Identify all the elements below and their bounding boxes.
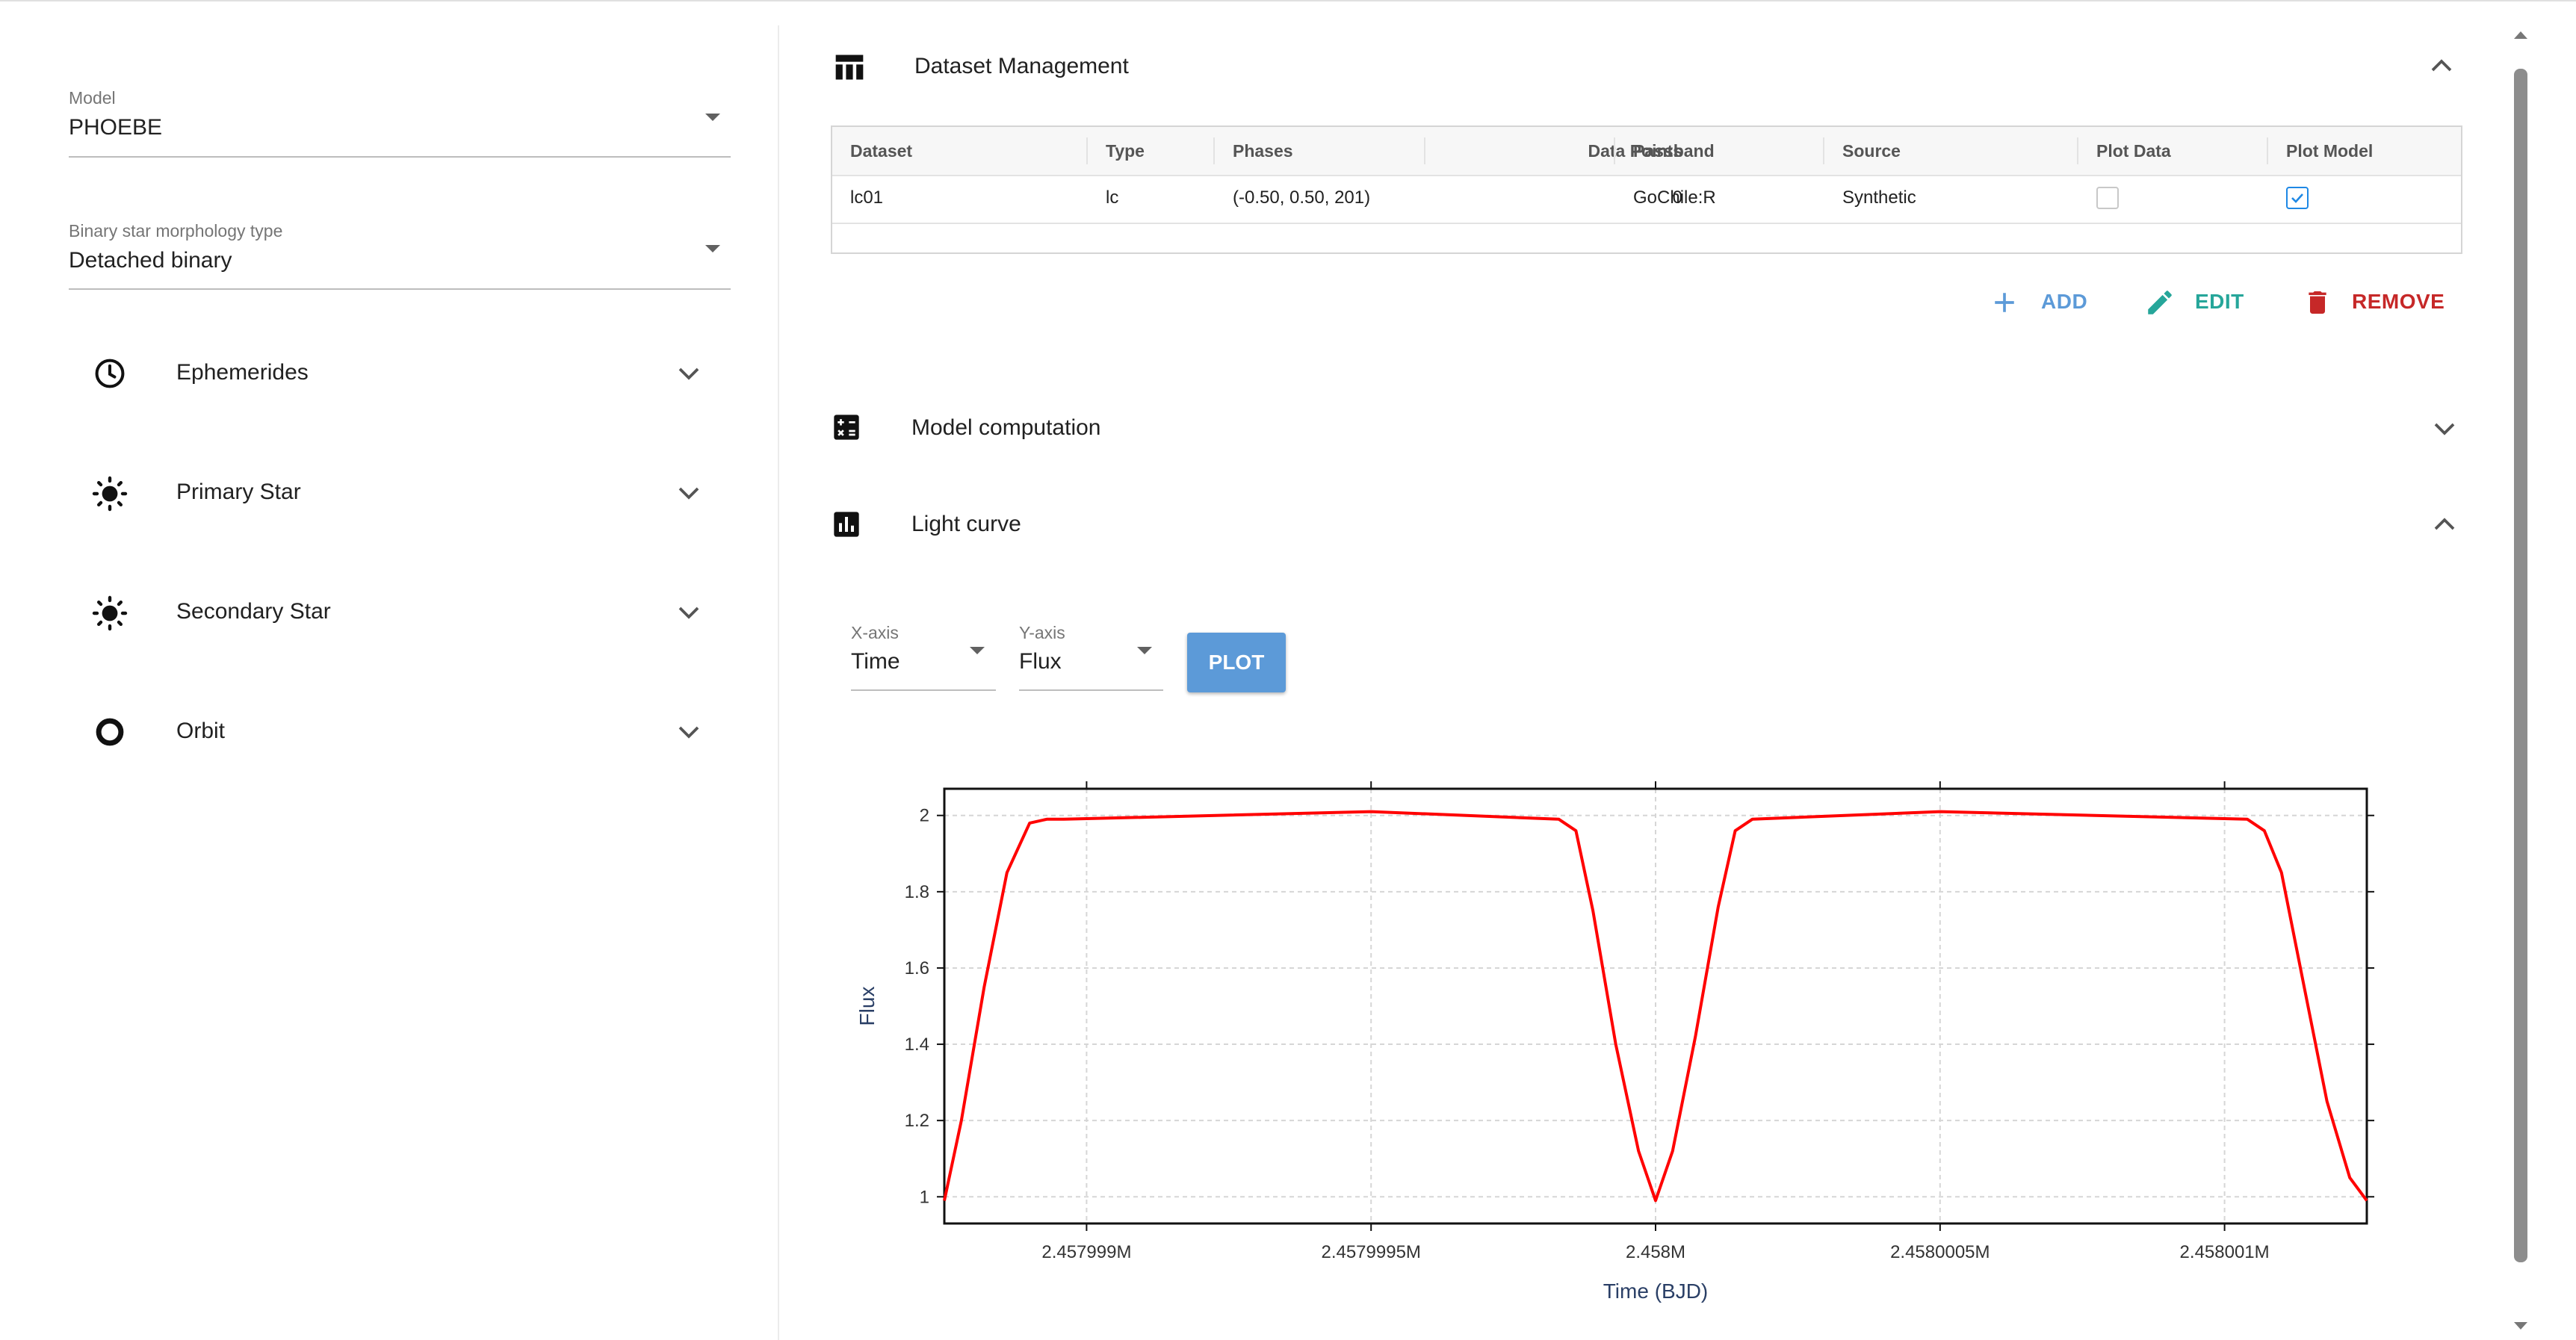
chevron-down-icon bbox=[678, 726, 699, 739]
plot-model-checkbox[interactable] bbox=[2286, 187, 2309, 209]
column-separator bbox=[1823, 137, 1824, 164]
x-axis-label: X-axis bbox=[851, 623, 899, 642]
y-axis-label: Y-axis bbox=[1019, 623, 1065, 642]
column-separator bbox=[1213, 137, 1215, 164]
y-axis-value: Flux bbox=[1019, 649, 1062, 674]
x-tick-label: 2.457999M bbox=[1041, 1242, 1131, 1262]
light-curve-chart: 2.457999M 2.4579995M 2.458M 2.4580005M 2.458… bbox=[855, 781, 2374, 1303]
edit-button-label: EDIT bbox=[2195, 290, 2244, 313]
cell-phases: (-0.50, 0.50, 201) bbox=[1233, 187, 1371, 208]
plot-data-checkbox[interactable] bbox=[2096, 187, 2119, 209]
table-header: Dataset Type Phases Data Points Passband… bbox=[832, 127, 2461, 176]
x-tick-label: 2.4579995M bbox=[1321, 1242, 1420, 1262]
morphology-select-label: Binary star morphology type bbox=[69, 221, 283, 241]
dropdown-caret-icon bbox=[970, 647, 985, 654]
y-tick-label: 1 bbox=[920, 1187, 929, 1207]
secondary-star-label: Secondary Star bbox=[176, 599, 331, 624]
x-axis-title: Time (BJD) bbox=[1603, 1279, 1709, 1303]
orbit-label: Orbit bbox=[176, 719, 226, 743]
light-curve-title: Light curve bbox=[911, 512, 1021, 536]
y-tick-label: 1.6 bbox=[905, 958, 929, 978]
trash-icon bbox=[2309, 291, 2326, 314]
column-header-type[interactable]: Type bbox=[1106, 127, 1145, 175]
row-divider bbox=[832, 223, 2461, 224]
chevron-down-icon bbox=[678, 607, 699, 619]
model-computation-title: Model computation bbox=[911, 415, 1101, 440]
dataset-table: Dataset Type Phases Data Points Passband… bbox=[831, 125, 2462, 254]
column-separator bbox=[1424, 137, 1425, 164]
column-header-plot-model[interactable]: Plot Model bbox=[2286, 127, 2373, 175]
scroll-down-icon[interactable] bbox=[2514, 1322, 2527, 1330]
column-separator bbox=[1614, 137, 1615, 164]
x-tick-label: 2.458001M bbox=[2180, 1242, 2270, 1262]
calculator-icon bbox=[834, 415, 859, 440]
column-header-source[interactable]: Source bbox=[1842, 127, 1901, 175]
sun-icon bbox=[92, 476, 128, 512]
y-tick-label: 1.2 bbox=[905, 1111, 929, 1131]
clock-icon bbox=[95, 359, 125, 388]
column-separator bbox=[2267, 137, 2268, 164]
top-border bbox=[0, 0, 2576, 1]
checkmark-icon bbox=[2291, 193, 2303, 203]
morphology-select-value: Detached binary bbox=[69, 248, 232, 273]
panel-divider bbox=[778, 25, 779, 1340]
model-select-value: PHOEBE bbox=[69, 115, 163, 140]
primary-star-label: Primary Star bbox=[176, 480, 301, 504]
column-separator bbox=[2077, 137, 2078, 164]
bar-chart-icon bbox=[834, 512, 859, 537]
column-header-dataset[interactable]: Dataset bbox=[850, 127, 912, 175]
cell-passband: GoChile:R bbox=[1633, 187, 1716, 208]
chevron-down-icon bbox=[2434, 423, 2455, 435]
chevron-up-icon bbox=[2434, 518, 2455, 530]
chevron-down-icon bbox=[678, 487, 699, 500]
pencil-icon bbox=[2148, 291, 2172, 314]
scrollbar-thumb[interactable] bbox=[2514, 69, 2527, 1262]
model-select-label: Model bbox=[69, 88, 116, 108]
x-tick-label: 2.458M bbox=[1626, 1242, 1685, 1262]
y-axis-title: Flux bbox=[855, 987, 879, 1026]
plus-icon bbox=[1995, 293, 2014, 312]
column-header-phases[interactable]: Phases bbox=[1233, 127, 1293, 175]
dataset-management-title: Dataset Management bbox=[914, 54, 1129, 78]
add-button-label: ADD bbox=[2041, 290, 2088, 313]
model-select-underline bbox=[69, 156, 731, 158]
chevron-down-icon bbox=[678, 367, 699, 380]
column-separator bbox=[1086, 137, 1088, 164]
morphology-select-underline bbox=[69, 288, 731, 290]
sun-icon bbox=[92, 595, 128, 631]
circle-icon bbox=[96, 718, 124, 746]
x-axis-value: Time bbox=[851, 649, 900, 674]
x-axis-underline bbox=[851, 689, 996, 691]
scroll-up-icon[interactable] bbox=[2514, 31, 2527, 39]
y-tick-label: 1.4 bbox=[905, 1035, 929, 1055]
chevron-up-icon bbox=[2431, 59, 2452, 72]
column-header-passband[interactable]: Passband bbox=[1633, 127, 1715, 175]
dropdown-caret-icon bbox=[705, 245, 720, 252]
table-icon bbox=[835, 55, 864, 80]
column-header-plot-data[interactable]: Plot Data bbox=[2096, 127, 2171, 175]
y-tick-label: 1.8 bbox=[905, 882, 929, 902]
cell-dataset: lc01 bbox=[850, 187, 884, 208]
cell-type: lc bbox=[1106, 187, 1119, 208]
plot-button[interactable]: PLOT bbox=[1187, 633, 1286, 692]
y-tick-label: 2 bbox=[920, 806, 929, 826]
dropdown-caret-icon bbox=[1137, 647, 1152, 654]
y-axis-underline bbox=[1019, 689, 1163, 691]
cell-source: Synthetic bbox=[1842, 187, 1916, 208]
remove-button-label: REMOVE bbox=[2352, 290, 2445, 313]
x-tick-label: 2.4580005M bbox=[1890, 1242, 1990, 1262]
dropdown-caret-icon bbox=[705, 114, 720, 121]
ephemerides-label: Ephemerides bbox=[176, 360, 309, 385]
